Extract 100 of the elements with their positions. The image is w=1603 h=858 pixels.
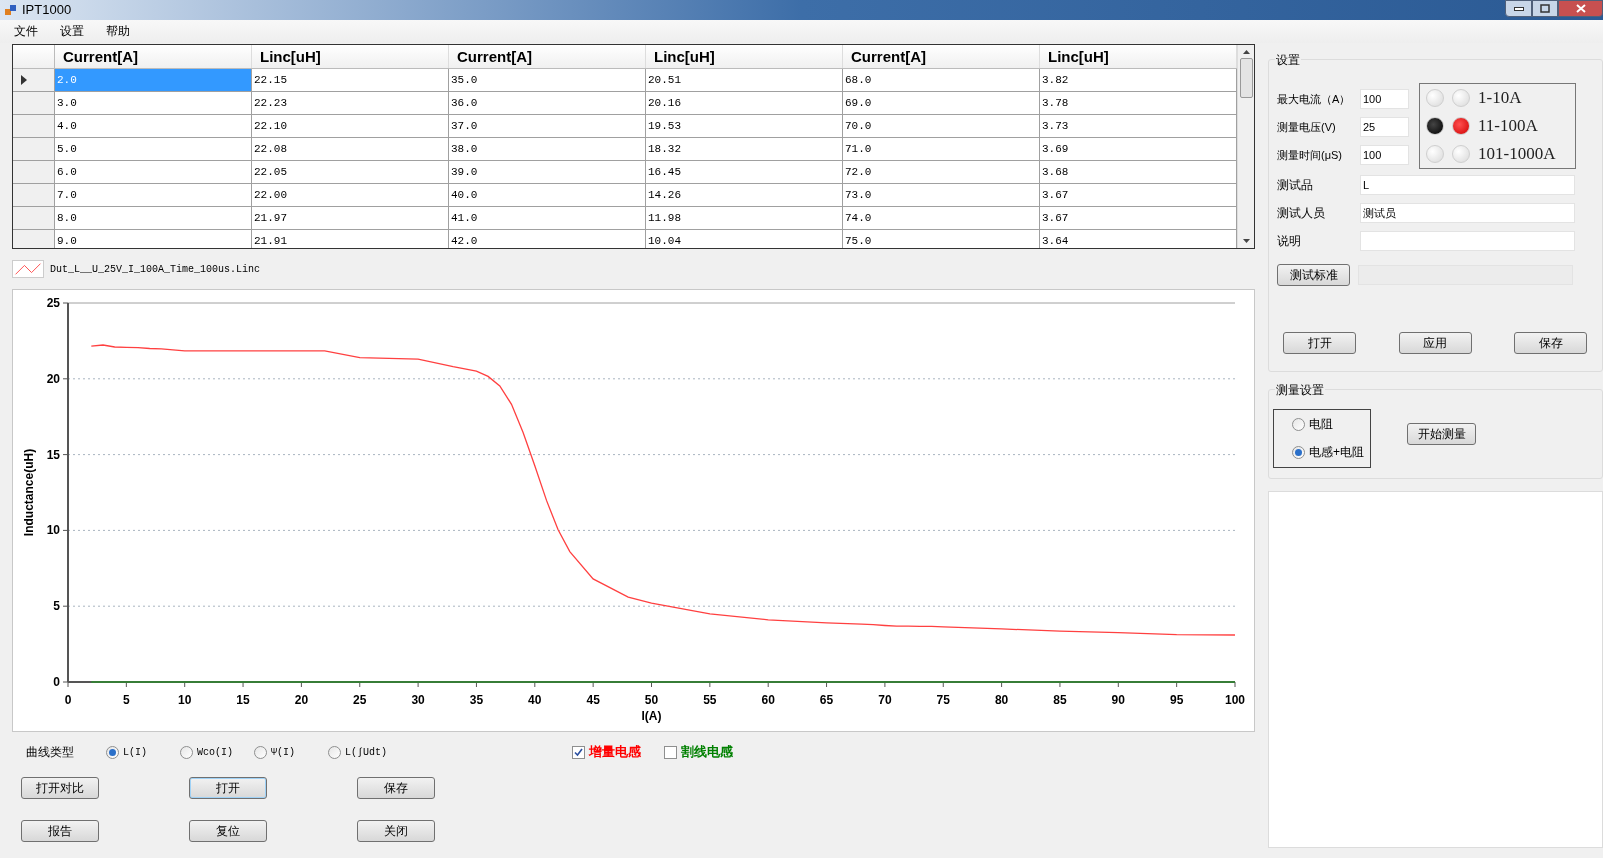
table-cell: 68.0 [843, 69, 1040, 91]
test-standard-button[interactable]: 测试标准 [1277, 264, 1350, 286]
table-cell: 73.0 [843, 184, 1040, 206]
column-header[interactable]: Current[A] [843, 45, 1040, 68]
field-label: 测量时间(μS) [1277, 147, 1343, 163]
settings-button[interactable]: 保存 [1514, 332, 1587, 354]
x-tick-label: 85 [1053, 693, 1067, 707]
radio-button[interactable] [1292, 445, 1305, 459]
radio-label[interactable]: 电感+电阻 [1309, 443, 1364, 461]
menu-item[interactable]: 文件 [6, 20, 46, 43]
radio-label[interactable]: L(I) [123, 744, 147, 760]
field-label: 最大电流（A） [1277, 91, 1352, 107]
checkbox[interactable] [664, 745, 677, 759]
table-cell: 40.0 [449, 184, 646, 206]
x-tick-label: 10 [178, 693, 192, 707]
scrollbar[interactable] [1237, 45, 1254, 248]
table-cell: 39.0 [449, 161, 646, 183]
maximize-icon [1540, 4, 1550, 13]
input-field[interactable]: 测试员 [1360, 202, 1575, 223]
table-cell: 7.0 [55, 184, 252, 206]
legend-line-icon [12, 260, 44, 278]
table-cell: 22.23 [252, 92, 449, 114]
radio-label[interactable]: Ψ(I) [271, 744, 295, 760]
close-icon [1575, 4, 1586, 13]
x-tick-label: 50 [644, 693, 659, 707]
table-cell: 22.08 [252, 138, 449, 160]
scroll-thumb[interactable] [1239, 58, 1253, 98]
menu-item[interactable]: 设置 [52, 20, 92, 43]
field-label: 测试人员 [1277, 204, 1326, 222]
start-measure-button[interactable]: 开始测量 [1407, 423, 1476, 445]
scroll-down-icon[interactable] [1242, 239, 1250, 243]
radio-button[interactable] [328, 745, 341, 759]
group-title: 设置 [1275, 51, 1301, 69]
table-cell: 2.0 [55, 69, 252, 91]
x-tick-label: 45 [586, 693, 600, 707]
x-tick-label: 80 [994, 693, 1009, 707]
table-cell: 5.0 [55, 138, 252, 160]
y-tick-label: 15 [46, 447, 60, 462]
range-label: 101-1000A [1478, 143, 1556, 166]
menu-item[interactable]: 帮助 [98, 20, 138, 43]
action-button[interactable]: 打开 [189, 777, 267, 799]
radio-button[interactable] [1292, 417, 1305, 431]
table-cell: 22.10 [252, 115, 449, 137]
column-header[interactable]: Current[A] [449, 45, 646, 68]
maximize-button[interactable] [1532, 0, 1558, 17]
minimize-button[interactable] [1505, 0, 1532, 17]
radio-button[interactable] [106, 745, 119, 759]
y-tick-label: 0 [53, 675, 60, 689]
action-button[interactable]: 打开对比 [21, 777, 99, 799]
radio-label[interactable]: L(∫Udt) [345, 744, 387, 760]
action-button[interactable]: 保存 [357, 777, 435, 799]
y-tick-label: 20 [46, 371, 60, 386]
radio-button[interactable] [254, 745, 267, 759]
table-cell: 11.98 [646, 207, 843, 229]
radio-label[interactable]: 电阻 [1309, 415, 1333, 433]
column-header[interactable]: Current[A] [55, 45, 252, 68]
table-cell: 35.0 [449, 69, 646, 91]
y-axis-title: Inductance(uH) [22, 448, 36, 537]
table-cell: 10.04 [646, 230, 843, 248]
table-cell: 21.97 [252, 207, 449, 229]
window-title: IPT1000 [22, 1, 72, 19]
indicator-light-icon [1426, 145, 1444, 163]
current-row-icon [21, 75, 27, 85]
radio-label[interactable]: Wco(I) [197, 744, 233, 760]
input-field[interactable]: 100 [1360, 89, 1409, 109]
column-header[interactable]: Linc[uH] [646, 45, 843, 68]
checkbox-label[interactable]: 增量电感 [589, 742, 641, 762]
checkbox-label[interactable]: 割线电感 [681, 742, 733, 762]
field-label: 测试品 [1277, 176, 1314, 194]
x-tick-label: 35 [469, 693, 484, 707]
scroll-up-icon[interactable] [1242, 50, 1250, 54]
close-button[interactable] [1558, 0, 1603, 17]
input-field[interactable]: 100 [1360, 145, 1409, 165]
table-cell: 20.16 [646, 92, 843, 114]
table-cell: 8.0 [55, 207, 252, 229]
legend-label: Dut_L__U_25V_I_100A_Time_100us.Linc [50, 262, 261, 277]
table-cell: 21.91 [252, 230, 449, 248]
input-field[interactable]: L [1360, 174, 1575, 195]
action-button[interactable]: 报告 [21, 820, 99, 842]
x-tick-label: 25 [353, 693, 367, 707]
x-tick-label: 90 [1111, 693, 1125, 707]
table-cell: 70.0 [843, 115, 1040, 137]
table-cell: 22.15 [252, 69, 449, 91]
table-cell: 14.26 [646, 184, 843, 206]
settings-button[interactable]: 应用 [1398, 332, 1472, 354]
action-button[interactable]: 复位 [189, 820, 267, 842]
action-button[interactable]: 关闭 [357, 820, 435, 842]
group-title: 测量设置 [1275, 381, 1325, 399]
x-tick-label: 65 [819, 693, 834, 707]
input-field[interactable]: 25 [1360, 117, 1409, 137]
column-header[interactable]: Linc[uH] [252, 45, 449, 68]
indicator-light-icon [1426, 117, 1444, 135]
table-cell: 4.0 [55, 115, 252, 137]
input-field[interactable] [1360, 230, 1575, 251]
settings-button[interactable]: 打开 [1283, 332, 1356, 354]
row-header[interactable] [13, 69, 55, 91]
x-tick-label: 95 [1169, 693, 1184, 707]
radio-button[interactable] [180, 745, 193, 759]
table-cell: 69.0 [843, 92, 1040, 114]
checkbox[interactable] [572, 745, 585, 759]
